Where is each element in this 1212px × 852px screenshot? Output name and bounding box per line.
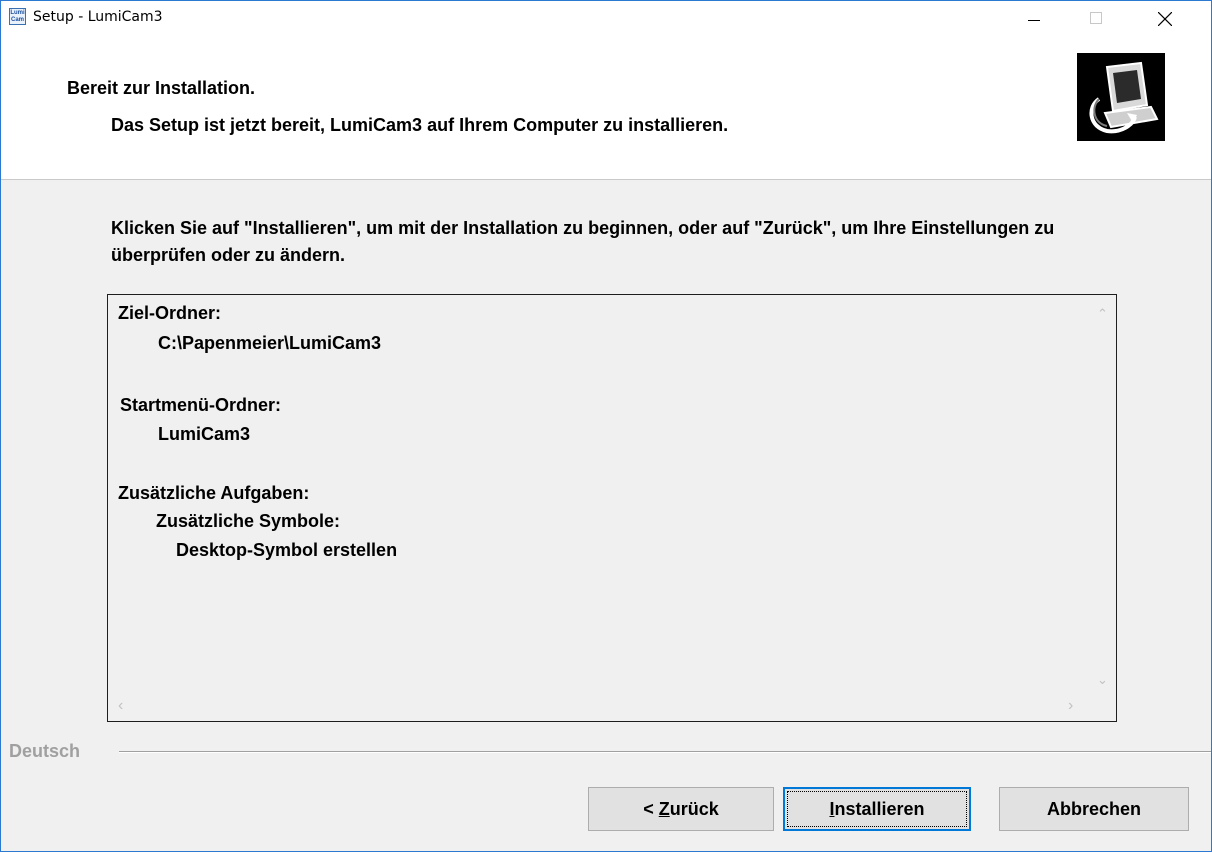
install-button[interactable]: Installieren	[783, 787, 971, 831]
tasks-group: Zusätzliche Symbole:	[156, 511, 341, 531]
scroll-down-icon[interactable]: ⌄	[1097, 673, 1108, 686]
vertical-scrollbar[interactable]: ⌃ ⌄	[1090, 295, 1116, 691]
language-label: Deutsch	[9, 741, 81, 761]
minimize-icon	[1028, 20, 1040, 21]
language-divider	[119, 751, 1211, 753]
summary-content: Ziel-Ordner: C:\Papenmeier\LumiCam3 Star…	[118, 303, 1088, 703]
close-icon	[1158, 12, 1172, 26]
instruction-text: Klicken Sie auf "Installieren", um mit d…	[111, 218, 1055, 265]
scroll-up-icon[interactable]: ⌃	[1097, 307, 1108, 320]
computer-install-icon	[1077, 53, 1165, 141]
tasks-item: Desktop-Symbol erstellen	[176, 540, 398, 560]
maximize-icon	[1090, 12, 1102, 24]
install-hotkey: I	[829, 799, 835, 819]
back-prefix: <	[643, 799, 659, 819]
window-title: Setup - LumiCam3	[33, 9, 163, 25]
dest-folder-value: C:\Papenmeier\LumiCam3	[158, 333, 382, 353]
scroll-left-icon[interactable]: ‹	[118, 698, 123, 714]
wizard-header: Bereit zur Installation. Das Setup ist j…	[1, 33, 1211, 180]
page-title: Bereit zur Installation.	[67, 78, 256, 98]
minimize-button[interactable]	[1011, 1, 1057, 33]
scroll-right-icon[interactable]: ›	[1068, 698, 1073, 714]
cancel-button[interactable]: Abbrechen	[999, 787, 1189, 831]
summary-memo[interactable]: Ziel-Ordner: C:\Papenmeier\LumiCam3 Star…	[107, 294, 1117, 722]
back-button[interactable]: < Zurück	[588, 787, 774, 831]
maximize-button[interactable]	[1073, 1, 1119, 33]
tasks-label: Zusätzliche Aufgaben:	[118, 483, 310, 503]
back-hotkey: Z	[658, 799, 670, 819]
dest-folder-label: Ziel-Ordner:	[118, 303, 222, 323]
startmenu-folder-label: Startmenü-Ordner:	[120, 395, 282, 415]
startmenu-folder-value: LumiCam3	[158, 424, 251, 444]
lumicam-app-icon: Lumi Cam	[9, 8, 26, 25]
page-subtitle: Das Setup ist jetzt bereit, LumiCam3 auf…	[111, 115, 729, 135]
horizontal-scrollbar[interactable]: ‹ ›	[108, 691, 1116, 721]
install-label-rest: nstallieren	[834, 799, 925, 819]
setup-window: Lumi Cam Setup - LumiCam3 Bereit zur Ins…	[0, 0, 1212, 852]
close-button[interactable]	[1141, 1, 1187, 33]
back-label-rest: urück	[669, 799, 719, 819]
title-bar[interactable]: Lumi Cam Setup - LumiCam3	[1, 1, 1211, 33]
